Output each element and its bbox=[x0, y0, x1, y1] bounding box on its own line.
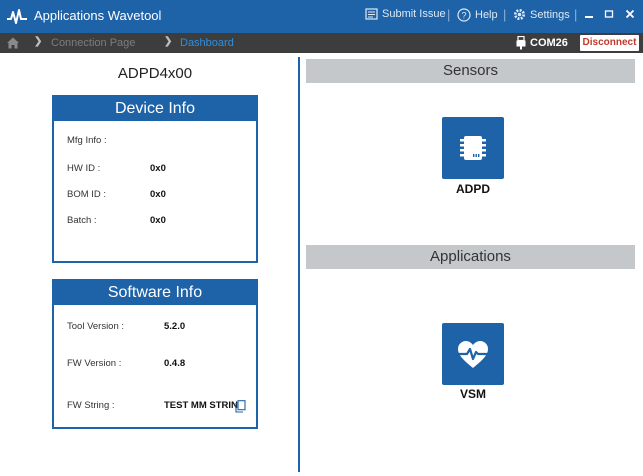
maximize-button[interactable] bbox=[600, 5, 618, 25]
settings-button[interactable]: Settings bbox=[513, 8, 570, 21]
device-info-card: Device Info Mfg Info : HW ID : 0x0 BOM I… bbox=[52, 95, 258, 263]
breadcrumb-dashboard[interactable]: Dashboard bbox=[180, 37, 234, 49]
title-bar: Applications Wavetool Submit Issue | ? H… bbox=[0, 0, 643, 33]
info-row-batch: Batch : 0x0 bbox=[54, 215, 256, 229]
info-label: Mfg Info : bbox=[67, 135, 107, 146]
settings-label: Settings bbox=[530, 8, 570, 21]
adpd-sensor-tile[interactable] bbox=[442, 117, 504, 179]
info-label: FW String : bbox=[67, 400, 115, 411]
breadcrumb: ❯ Connection Page ❯ Dashboard COM26 Disc… bbox=[0, 33, 643, 53]
bug-report-icon bbox=[365, 8, 378, 20]
pane-divider bbox=[298, 57, 300, 472]
info-label: FW Version : bbox=[67, 358, 122, 369]
info-value: 0.4.8 bbox=[164, 358, 186, 369]
help-label: Help bbox=[475, 9, 498, 21]
chip-icon bbox=[460, 136, 486, 160]
info-value: 0x0 bbox=[150, 189, 166, 200]
titlebar-separator: | bbox=[447, 7, 451, 22]
vsm-tile-label: VSM bbox=[459, 387, 486, 401]
info-row-mfg: Mfg Info : bbox=[54, 135, 256, 149]
help-icon: ? bbox=[457, 8, 471, 22]
info-row-hw-id: HW ID : 0x0 bbox=[54, 163, 256, 177]
titlebar-separator: | bbox=[574, 7, 578, 22]
info-label: Tool Version : bbox=[67, 321, 125, 332]
minimize-button[interactable] bbox=[580, 5, 598, 25]
close-icon bbox=[625, 9, 635, 19]
minimize-icon bbox=[585, 16, 593, 18]
svg-text:?: ? bbox=[461, 11, 466, 21]
device-name: ADPD4x00 bbox=[117, 65, 193, 82]
app-logo-icon bbox=[7, 9, 27, 24]
info-value: 0x0 bbox=[150, 215, 166, 226]
info-label: HW ID : bbox=[67, 163, 101, 174]
info-label: BOM ID : bbox=[67, 189, 107, 200]
heart-pulse-icon bbox=[458, 341, 488, 368]
submit-issue-button[interactable]: Submit Issue bbox=[365, 8, 446, 20]
close-button[interactable] bbox=[621, 5, 639, 25]
info-value: TEST MM STRING bbox=[164, 400, 246, 411]
titlebar-separator: | bbox=[503, 7, 507, 22]
sensors-section-header: Sensors bbox=[306, 59, 635, 83]
gear-icon bbox=[514, 9, 525, 20]
submit-issue-label: Submit Issue bbox=[382, 8, 446, 20]
info-row-tool-version: Tool Version : 5.2.0 bbox=[54, 321, 256, 335]
info-row-fw-string: FW String : TEST MM STRING bbox=[54, 400, 256, 414]
info-value: 5.2.0 bbox=[164, 321, 186, 332]
info-row-fw-version: FW Version : 0.4.8 bbox=[54, 358, 256, 372]
info-label: Batch : bbox=[67, 215, 97, 226]
maximize-icon bbox=[604, 10, 614, 18]
chevron-right-icon: ❯ bbox=[164, 36, 173, 47]
software-info-header: Software Info bbox=[54, 281, 256, 305]
copy-icon[interactable] bbox=[235, 400, 246, 413]
disconnect-button[interactable]: Disconnect bbox=[580, 35, 639, 51]
com-port-label: COM26 bbox=[530, 37, 568, 49]
help-button[interactable]: ? Help bbox=[457, 8, 498, 22]
applications-section-header: Applications bbox=[306, 245, 635, 269]
breadcrumb-connection-page[interactable]: Connection Page bbox=[51, 37, 135, 49]
usb-plug-icon bbox=[516, 36, 526, 50]
software-info-card: Software Info Tool Version : 5.2.0 FW Ve… bbox=[52, 279, 258, 429]
home-icon[interactable] bbox=[6, 36, 20, 50]
app-title: Applications Wavetool bbox=[34, 8, 162, 23]
device-info-header: Device Info bbox=[54, 97, 256, 121]
info-row-bom-id: BOM ID : 0x0 bbox=[54, 189, 256, 203]
info-value: 0x0 bbox=[150, 163, 166, 174]
vsm-application-tile[interactable] bbox=[442, 323, 504, 385]
chevron-right-icon: ❯ bbox=[34, 36, 43, 47]
adpd-tile-label: ADPD bbox=[455, 182, 490, 196]
